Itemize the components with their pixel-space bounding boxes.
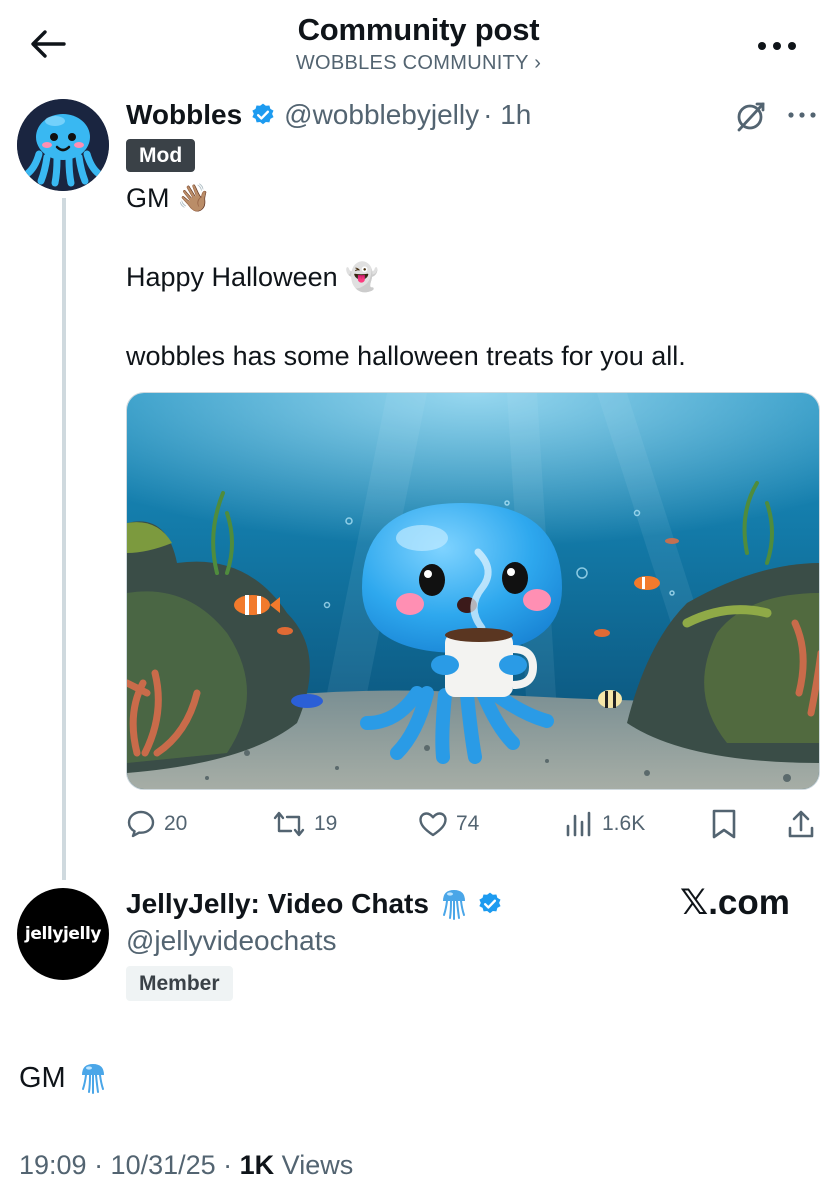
ellipsis-icon [758,42,796,50]
jellyfish-emoji-icon [442,890,465,920]
repost-count: 19 [314,812,338,835]
heart-icon [419,812,447,837]
verified-badge-icon [252,103,274,125]
header-more-button[interactable] [755,26,799,66]
reply-author-name[interactable]: JellyJelly: Video Chats [126,888,429,920]
page-title: Community post [297,12,540,47]
reply-text-content: GM [19,1061,66,1094]
reply-author-handle[interactable]: @jellyvideochats [126,925,337,957]
share-button[interactable] [786,806,816,842]
post-text-line-3: wobbles has some halloween treats for yo… [126,341,686,371]
reply-author-row: JellyJelly: Video Chats [126,884,503,924]
post-timestamp[interactable]: · 1h [483,99,531,131]
reply-icon [127,810,155,838]
views-count: 1.6K [602,812,646,835]
reply-text: GM [19,1058,108,1098]
like-count: 74 [456,812,480,835]
analytics-icon [566,811,591,837]
repost-icon [273,811,305,837]
post-text-line-2: Happy Halloween 👻 [126,262,379,292]
views-button[interactable]: 1.6K [564,806,645,842]
member-badge: Member [126,966,233,1001]
post-media-image[interactable] [126,392,820,790]
reply-views-count: 1K [239,1150,275,1180]
post-action-bar: 20 19 74 1.6K [126,806,820,842]
jellyfish-emoji-icon [81,1064,104,1094]
mod-badge: Mod [126,139,196,172]
bookmark-icon [712,809,736,839]
reply-button[interactable]: 20 [126,806,187,842]
jellyfish-avatar-icon [17,99,109,191]
thread-connector-line [62,198,66,880]
verified-badge-icon [479,892,501,914]
jellyfish-mug-illustration [127,393,819,789]
reply-count: 20 [164,812,188,835]
reply-timestamp[interactable]: 19:09 · 10/31/25 · [19,1150,240,1180]
post-text-line-1: GM 👋🏽 [126,183,211,213]
post-more-icon[interactable] [784,100,820,130]
avatar-logo-text: jellyjelly [24,924,102,944]
post-author-row: Wobbles @wobblebyjelly · 1h [126,96,531,134]
wobbles-avatar[interactable] [17,99,109,191]
bookmark-button[interactable] [710,806,738,842]
top-bar: Community post WOBBLES COMMUNITY › [0,0,837,92]
share-icon [788,810,814,838]
post-author-name[interactable]: Wobbles [126,99,242,131]
like-button[interactable]: 74 [418,806,479,842]
grok-icon[interactable] [733,98,769,134]
reply-views-label: Views [274,1150,354,1180]
community-link[interactable]: WOBBLES COMMUNITY › [0,52,837,75]
reply-meta: 19:09 · 10/31/25 · 1K Views [19,1150,353,1181]
jellyjelly-avatar[interactable]: jellyjelly [17,888,109,980]
x-watermark: 𝕏.com [680,883,790,922]
repost-button[interactable]: 19 [272,806,337,842]
post-author-handle[interactable]: @wobblebyjelly [284,99,479,131]
